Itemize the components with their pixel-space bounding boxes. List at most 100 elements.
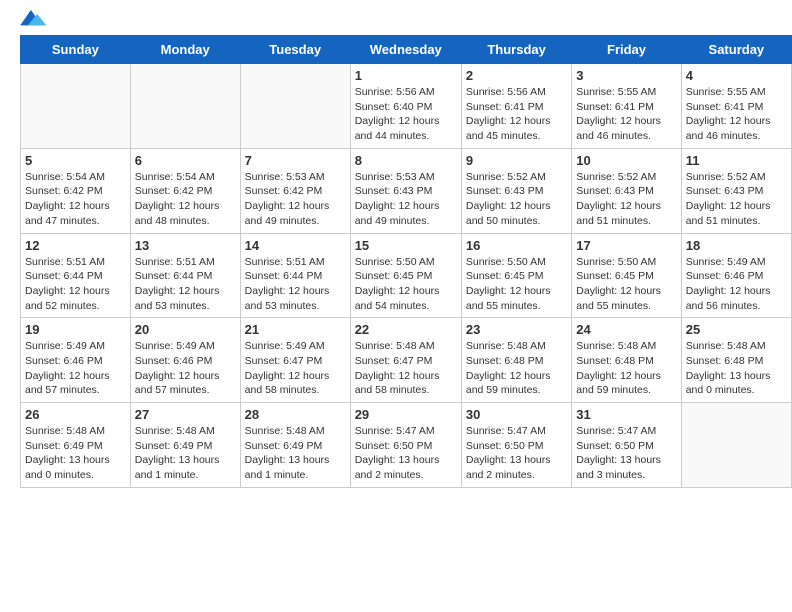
day-info: Sunrise: 5:48 AM Sunset: 6:49 PM Dayligh… (25, 424, 126, 483)
calendar-day-cell: 6Sunrise: 5:54 AM Sunset: 6:42 PM Daylig… (130, 148, 240, 233)
day-info: Sunrise: 5:48 AM Sunset: 6:48 PM Dayligh… (466, 339, 567, 398)
page-header (0, 0, 792, 35)
day-info: Sunrise: 5:50 AM Sunset: 6:45 PM Dayligh… (576, 255, 676, 314)
calendar-table: SundayMondayTuesdayWednesdayThursdayFrid… (20, 35, 792, 488)
calendar-day-cell: 5 Sunrise: 5:54 AM Sunset: 6:42 PM Daylig… (21, 148, 131, 233)
calendar-day-cell: 11 Sunrise: 5:52 AM Sunset: 6:43 PM Dayli… (681, 148, 791, 233)
day-info: Sunrise: 5:53 AM Sunset: 6:42 PM Dayligh… (245, 170, 346, 229)
day-number: 29 (355, 407, 457, 422)
calendar-day-cell: 10 Sunrise: 5:52 AM Sunset: 6:43 PM Dayli… (572, 148, 681, 233)
day-number: 9 (466, 153, 567, 168)
calendar-day-cell: 25Sunrise: 5:48 AM Sunset: 6:48 PM Dayli… (681, 318, 791, 403)
day-number: 30 (466, 407, 567, 422)
weekday-header: Monday (130, 36, 240, 64)
day-info: Sunrise: 5:56 AM Sunset: 6:41 PM Dayligh… (466, 85, 567, 144)
calendar-week-row: 26 Sunrise: 5:48 AM Sunset: 6:49 PM Dayli… (21, 403, 792, 488)
weekday-header: Wednesday (350, 36, 461, 64)
day-number: 7 (245, 153, 346, 168)
logo-icon (20, 10, 48, 30)
day-info: Sunrise: 5:54 AM Sunset: 6:42 PM Dayligh… (25, 170, 126, 229)
calendar-day-cell: 9 Sunrise: 5:52 AM Sunset: 6:43 PM Daylig… (461, 148, 571, 233)
day-number: 28 (245, 407, 346, 422)
day-number: 17 (576, 238, 676, 253)
day-number: 2 (466, 68, 567, 83)
day-number: 22 (355, 322, 457, 337)
day-info: Sunrise: 5:55 AM Sunset: 6:41 PM Dayligh… (686, 85, 787, 144)
day-info: Sunrise: 5:51 AM Sunset: 6:44 PM Dayligh… (135, 255, 236, 314)
calendar-week-row: 12 Sunrise: 5:51 AM Sunset: 6:44 PM Dayli… (21, 233, 792, 318)
calendar-day-cell: 2 Sunrise: 5:56 AM Sunset: 6:41 PM Daylig… (461, 64, 571, 149)
day-info: Sunrise: 5:55 AM Sunset: 6:41 PM Dayligh… (576, 85, 676, 144)
weekday-header: Friday (572, 36, 681, 64)
calendar-day-cell: 26 Sunrise: 5:48 AM Sunset: 6:49 PM Dayli… (21, 403, 131, 488)
day-number: 18 (686, 238, 787, 253)
day-number: 26 (25, 407, 126, 422)
calendar-day-cell: 22Sunrise: 5:48 AM Sunset: 6:47 PM Dayli… (350, 318, 461, 403)
day-number: 5 (25, 153, 126, 168)
day-number: 12 (25, 238, 126, 253)
day-number: 3 (576, 68, 676, 83)
calendar-day-cell: 31Sunrise: 5:47 AM Sunset: 6:50 PM Dayli… (572, 403, 681, 488)
calendar-day-cell: 8Sunrise: 5:53 AM Sunset: 6:43 PM Daylig… (350, 148, 461, 233)
day-info: Sunrise: 5:49 AM Sunset: 6:46 PM Dayligh… (135, 339, 236, 398)
calendar-week-row: 19 Sunrise: 5:49 AM Sunset: 6:46 PM Dayli… (21, 318, 792, 403)
calendar-day-cell: 1 Sunrise: 5:56 AM Sunset: 6:40 PM Daylig… (350, 64, 461, 149)
calendar-day-cell: 13Sunrise: 5:51 AM Sunset: 6:44 PM Dayli… (130, 233, 240, 318)
calendar-day-cell: 28 Sunrise: 5:48 AM Sunset: 6:49 PM Dayli… (240, 403, 350, 488)
calendar-day-cell: 20Sunrise: 5:49 AM Sunset: 6:46 PM Dayli… (130, 318, 240, 403)
calendar-day-cell: 15Sunrise: 5:50 AM Sunset: 6:45 PM Dayli… (350, 233, 461, 318)
day-info: Sunrise: 5:51 AM Sunset: 6:44 PM Dayligh… (245, 255, 346, 314)
day-info: Sunrise: 5:49 AM Sunset: 6:46 PM Dayligh… (686, 255, 787, 314)
day-info: Sunrise: 5:48 AM Sunset: 6:49 PM Dayligh… (135, 424, 236, 483)
day-number: 1 (355, 68, 457, 83)
day-number: 19 (25, 322, 126, 337)
calendar-day-cell: 30 Sunrise: 5:47 AM Sunset: 6:50 PM Dayli… (461, 403, 571, 488)
day-number: 21 (245, 322, 346, 337)
logo (20, 10, 52, 30)
calendar-day-cell: 27 Sunrise: 5:48 AM Sunset: 6:49 PM Dayli… (130, 403, 240, 488)
day-info: Sunrise: 5:47 AM Sunset: 6:50 PM Dayligh… (355, 424, 457, 483)
calendar-day-cell (240, 64, 350, 149)
day-number: 15 (355, 238, 457, 253)
calendar-week-row: 1 Sunrise: 5:56 AM Sunset: 6:40 PM Daylig… (21, 64, 792, 149)
day-info: Sunrise: 5:48 AM Sunset: 6:48 PM Dayligh… (686, 339, 787, 398)
calendar-header-row: SundayMondayTuesdayWednesdayThursdayFrid… (21, 36, 792, 64)
day-info: Sunrise: 5:47 AM Sunset: 6:50 PM Dayligh… (576, 424, 676, 483)
day-number: 27 (135, 407, 236, 422)
day-info: Sunrise: 5:48 AM Sunset: 6:49 PM Dayligh… (245, 424, 346, 483)
calendar-day-cell: 21 Sunrise: 5:49 AM Sunset: 6:47 PM Dayli… (240, 318, 350, 403)
day-number: 14 (245, 238, 346, 253)
day-info: Sunrise: 5:52 AM Sunset: 6:43 PM Dayligh… (466, 170, 567, 229)
calendar-day-cell: 12Sunrise: 5:51 AM Sunset: 6:44 PM Dayli… (21, 233, 131, 318)
calendar-day-cell (681, 403, 791, 488)
weekday-header: Tuesday (240, 36, 350, 64)
weekday-header: Sunday (21, 36, 131, 64)
calendar-day-cell: 14 Sunrise: 5:51 AM Sunset: 6:44 PM Dayli… (240, 233, 350, 318)
calendar-day-cell: 16 Sunrise: 5:50 AM Sunset: 6:45 PM Dayli… (461, 233, 571, 318)
weekday-header: Thursday (461, 36, 571, 64)
day-number: 10 (576, 153, 676, 168)
calendar-wrapper: SundayMondayTuesdayWednesdayThursdayFrid… (0, 35, 792, 498)
calendar-day-cell: 3 Sunrise: 5:55 AM Sunset: 6:41 PM Daylig… (572, 64, 681, 149)
calendar-day-cell: 7 Sunrise: 5:53 AM Sunset: 6:42 PM Daylig… (240, 148, 350, 233)
day-number: 16 (466, 238, 567, 253)
weekday-header: Saturday (681, 36, 791, 64)
day-info: Sunrise: 5:49 AM Sunset: 6:47 PM Dayligh… (245, 339, 346, 398)
day-info: Sunrise: 5:49 AM Sunset: 6:46 PM Dayligh… (25, 339, 126, 398)
day-info: Sunrise: 5:47 AM Sunset: 6:50 PM Dayligh… (466, 424, 567, 483)
calendar-day-cell: 23 Sunrise: 5:48 AM Sunset: 6:48 PM Dayli… (461, 318, 571, 403)
day-info: Sunrise: 5:56 AM Sunset: 6:40 PM Dayligh… (355, 85, 457, 144)
calendar-day-cell: 18 Sunrise: 5:49 AM Sunset: 6:46 PM Dayli… (681, 233, 791, 318)
day-number: 6 (135, 153, 236, 168)
day-info: Sunrise: 5:52 AM Sunset: 6:43 PM Dayligh… (686, 170, 787, 229)
day-info: Sunrise: 5:48 AM Sunset: 6:48 PM Dayligh… (576, 339, 676, 398)
day-number: 11 (686, 153, 787, 168)
calendar-day-cell: 19 Sunrise: 5:49 AM Sunset: 6:46 PM Dayli… (21, 318, 131, 403)
calendar-day-cell (21, 64, 131, 149)
day-number: 23 (466, 322, 567, 337)
calendar-day-cell: 29 Sunrise: 5:47 AM Sunset: 6:50 PM Dayli… (350, 403, 461, 488)
day-info: Sunrise: 5:50 AM Sunset: 6:45 PM Dayligh… (466, 255, 567, 314)
calendar-day-cell: 17 Sunrise: 5:50 AM Sunset: 6:45 PM Dayli… (572, 233, 681, 318)
day-info: Sunrise: 5:52 AM Sunset: 6:43 PM Dayligh… (576, 170, 676, 229)
day-info: Sunrise: 5:53 AM Sunset: 6:43 PM Dayligh… (355, 170, 457, 229)
